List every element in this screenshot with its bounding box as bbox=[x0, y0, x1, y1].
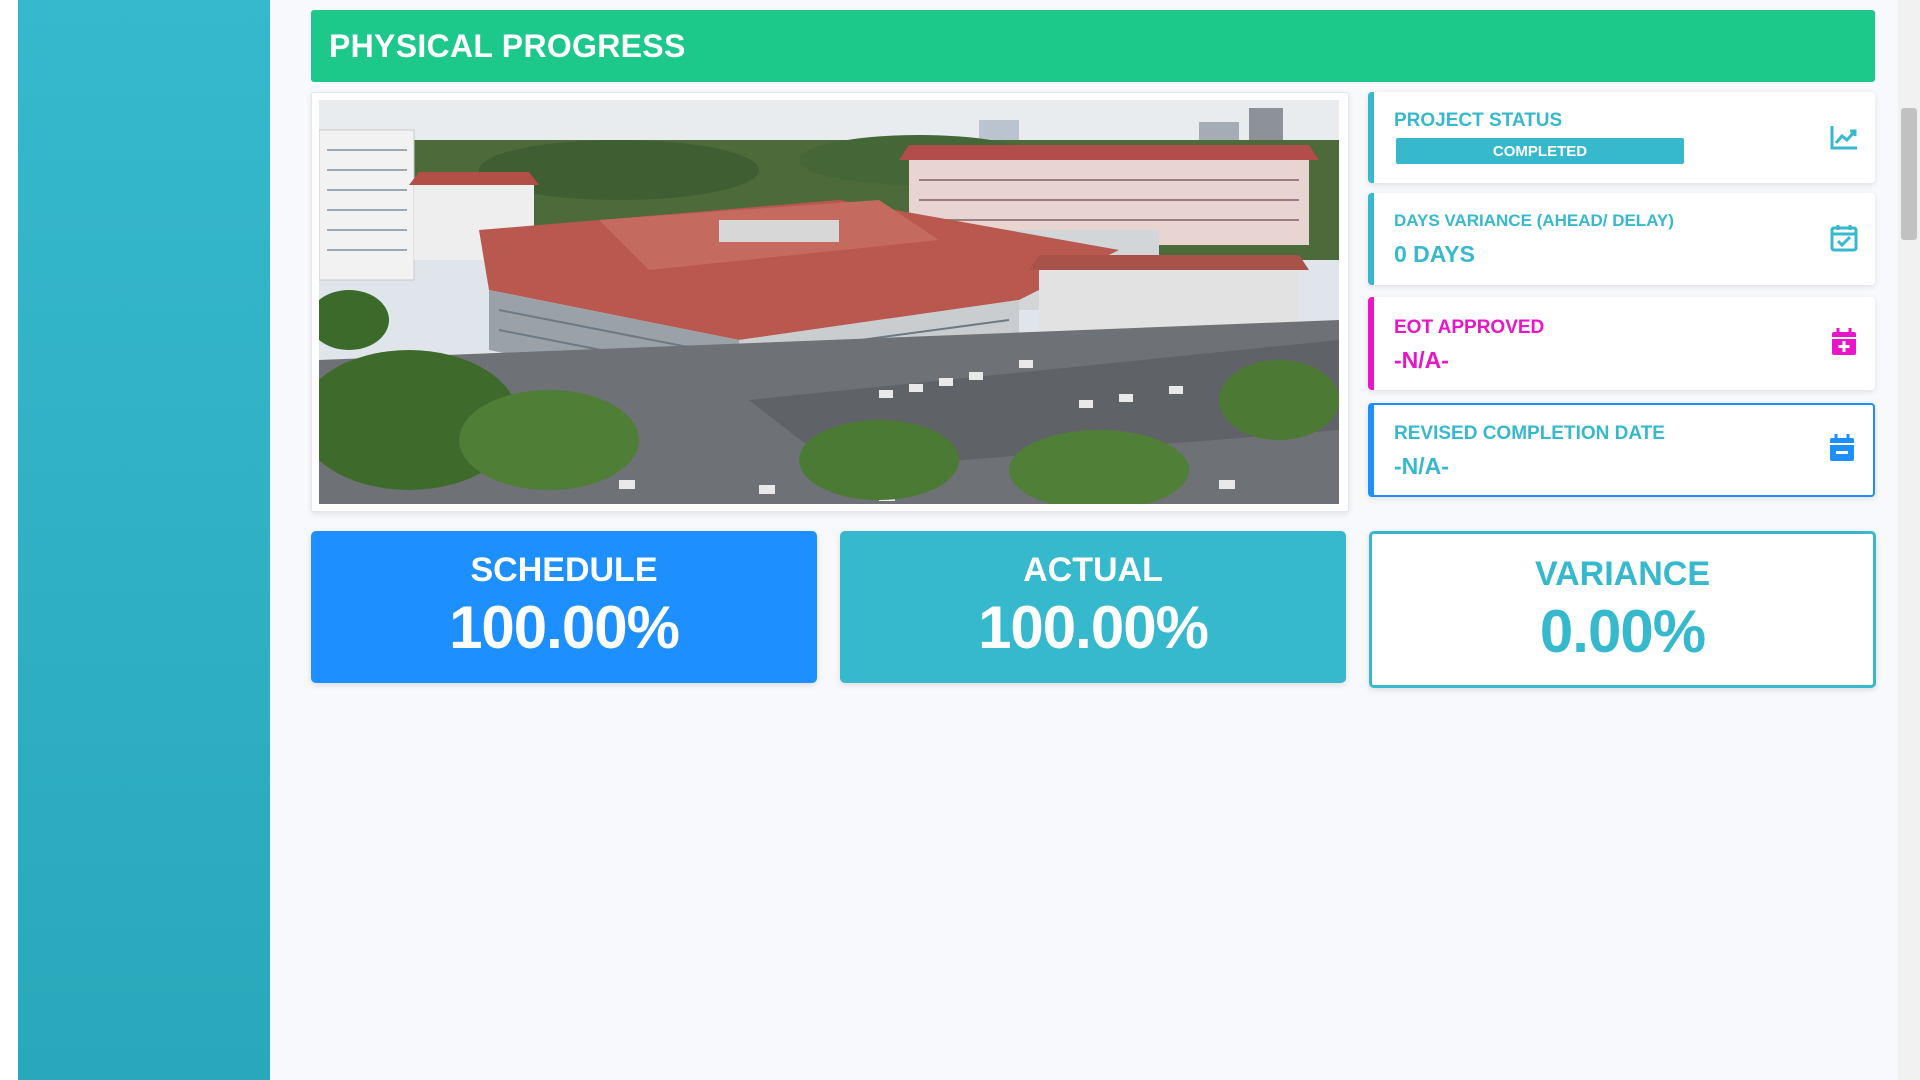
scrollbar-thumb[interactable] bbox=[1901, 108, 1917, 240]
left-margin bbox=[0, 0, 18, 1080]
calendar-plus-icon bbox=[1829, 327, 1859, 357]
chart-line-icon bbox=[1829, 122, 1859, 152]
revised-completion-label: REVISED COMPLETION DATE bbox=[1394, 423, 1665, 444]
section-title: PHYSICAL PROGRESS bbox=[329, 27, 686, 64]
variance-value: 0.00% bbox=[1539, 598, 1706, 665]
eot-approved-label: EOT APPROVED bbox=[1394, 317, 1545, 338]
days-variance-label: DAYS VARIANCE (AHEAD/ DELAY) bbox=[1394, 211, 1674, 230]
variance-card: VARIANCE 0.00% bbox=[1369, 531, 1876, 688]
project-status-label: PROJECT STATUS bbox=[1394, 110, 1563, 131]
sidebar bbox=[18, 0, 270, 1080]
actual-label: ACTUAL bbox=[1023, 551, 1163, 589]
calendar-minus-icon bbox=[1827, 433, 1857, 463]
main-content: PHYSICAL PROGRESS PROJECT STATUS COMPLET… bbox=[270, 0, 1898, 1080]
scrollbar[interactable] bbox=[1898, 0, 1920, 1080]
eot-approved-value: -N/A- bbox=[1394, 347, 1449, 373]
actual-value: 100.00% bbox=[978, 594, 1209, 661]
status-badge: COMPLETED bbox=[1396, 138, 1684, 164]
days-variance-value: 0 DAYS bbox=[1394, 241, 1475, 267]
hospital-aerial-photo bbox=[319, 100, 1339, 504]
section-header: PHYSICAL PROGRESS bbox=[311, 10, 1875, 82]
variance-label: VARIANCE bbox=[1534, 555, 1711, 593]
revised-completion-card: REVISED COMPLETION DATE -N/A- bbox=[1368, 403, 1875, 497]
schedule-value: 100.00% bbox=[449, 594, 680, 661]
calendar-check-icon bbox=[1829, 223, 1859, 253]
days-variance-card: DAYS VARIANCE (AHEAD/ DELAY) 0 DAYS bbox=[1368, 193, 1875, 285]
project-photo-card bbox=[311, 92, 1349, 512]
project-status-card: PROJECT STATUS COMPLETED bbox=[1368, 92, 1875, 183]
eot-approved-card: EOT APPROVED -N/A- bbox=[1368, 297, 1875, 390]
actual-card: ACTUAL 100.00% bbox=[840, 531, 1346, 683]
schedule-card: SCHEDULE 100.00% bbox=[311, 531, 817, 683]
schedule-label: SCHEDULE bbox=[470, 551, 658, 589]
revised-completion-value: -N/A- bbox=[1394, 453, 1449, 479]
